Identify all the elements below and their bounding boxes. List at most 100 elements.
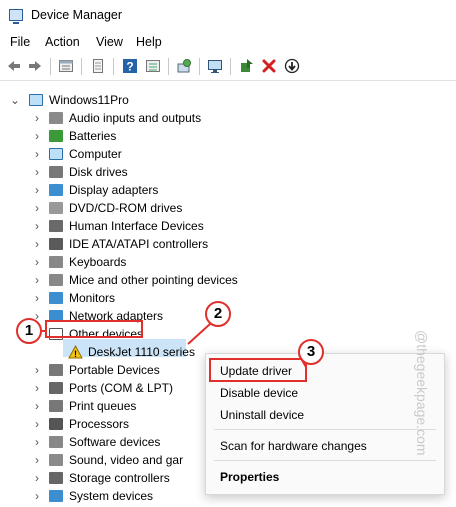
disk-icon	[49, 166, 63, 178]
menu-separator	[214, 429, 436, 430]
tree-item-hid[interactable]: › Human Interface Devices	[0, 217, 260, 235]
tree-item-label: Batteries	[69, 129, 117, 143]
toolbar-separator	[50, 58, 51, 75]
tree-item-print-queues[interactable]: › Print queues	[0, 397, 200, 415]
step-badge-1: 1	[16, 318, 42, 344]
chevron-down-icon[interactable]: ⌄	[10, 91, 20, 109]
tree-item-system[interactable]: › System devices	[0, 487, 200, 505]
tree-item-label: Processors	[69, 417, 130, 431]
tree-item-deskjet[interactable]: ! DeskJet 1110 series	[0, 343, 200, 361]
chevron-right-icon[interactable]: ›	[32, 145, 42, 163]
tree-item-label: Storage controllers	[69, 471, 170, 485]
properties-menu-item[interactable]: Properties	[220, 470, 279, 484]
chevron-right-icon[interactable]: ›	[32, 217, 42, 235]
monitor-icon[interactable]	[207, 58, 223, 74]
computer-icon	[49, 148, 63, 160]
chevron-right-icon[interactable]: ›	[32, 397, 42, 415]
tree-item-label: Disk drives	[69, 165, 128, 179]
menu-action[interactable]: Action	[45, 35, 80, 49]
chevron-right-icon[interactable]: ›	[32, 415, 42, 433]
tree-item-label: Audio inputs and outputs	[69, 111, 202, 125]
chevron-right-icon[interactable]: ›	[32, 361, 42, 379]
update-driver-icon[interactable]	[239, 58, 255, 74]
tree-item-dvd[interactable]: › DVD/CD-ROM drives	[0, 199, 260, 217]
menu-bar: File Action View Help	[0, 32, 456, 52]
tree-item-batteries[interactable]: › Batteries	[0, 127, 260, 145]
tree-item-storage[interactable]: › Storage controllers	[0, 469, 200, 487]
tree-item-label: Mice and other pointing devices	[69, 273, 238, 287]
menu-separator	[214, 460, 436, 461]
chevron-right-icon[interactable]: ›	[32, 289, 42, 307]
tree-item-keyboards[interactable]: › Keyboards	[0, 253, 260, 271]
chevron-right-icon[interactable]: ›	[32, 253, 42, 271]
tree-item-mice[interactable]: › Mice and other pointing devices	[0, 271, 260, 289]
chevron-right-icon[interactable]: ›	[32, 451, 42, 469]
menu-file[interactable]: File	[10, 35, 30, 49]
dvd-icon	[49, 202, 63, 214]
tree-item-software-devices[interactable]: › Software devices	[0, 433, 200, 451]
uninstall-device-menu-item[interactable]: Uninstall device	[220, 408, 304, 422]
tree-item-ide[interactable]: › IDE ATA/ATAPI controllers	[0, 235, 260, 253]
forward-arrow-icon[interactable]	[27, 58, 43, 74]
properties-icon[interactable]	[58, 58, 74, 74]
chevron-right-icon[interactable]: ›	[32, 487, 42, 505]
speaker-icon	[49, 112, 63, 124]
scan-hardware-menu-item[interactable]: Scan for hardware changes	[220, 439, 367, 453]
tree-item-label: Print queues	[69, 399, 137, 413]
chevron-right-icon[interactable]: ›	[32, 235, 42, 253]
tree-item-computer[interactable]: › Computer	[0, 145, 260, 163]
tree-item-label: Human Interface Devices	[69, 219, 204, 233]
toolbar-separator	[113, 58, 114, 75]
storage-icon	[49, 472, 63, 484]
chevron-right-icon[interactable]: ›	[32, 163, 42, 181]
step-badge-3: 3	[298, 339, 324, 365]
chevron-right-icon[interactable]: ›	[32, 469, 42, 487]
chevron-right-icon[interactable]: ›	[32, 199, 42, 217]
ide-icon	[49, 238, 63, 250]
tree-item-sound[interactable]: › Sound, video and gar	[0, 451, 200, 469]
port-icon	[49, 382, 63, 394]
help-icon[interactable]: ?	[122, 58, 138, 74]
chevron-right-icon[interactable]: ›	[32, 181, 42, 199]
tree-item-label: Monitors	[69, 291, 116, 305]
scan-icon[interactable]	[176, 58, 192, 74]
menu-view[interactable]: View	[96, 35, 123, 49]
printer-icon	[49, 400, 63, 412]
chevron-right-icon[interactable]: ›	[32, 127, 42, 145]
toolbar-separator	[168, 58, 169, 75]
tree-item-label: Display adapters	[69, 183, 159, 197]
menu-help[interactable]: Help	[136, 35, 162, 49]
svg-text:!: !	[74, 349, 77, 359]
svg-text:?: ?	[126, 60, 133, 74]
other-devices-highlight	[45, 320, 143, 338]
toolbar-separator	[230, 58, 231, 75]
disable-icon[interactable]	[284, 58, 300, 74]
tree-item-ports[interactable]: › Ports (COM & LPT)	[0, 379, 200, 397]
computer-icon	[29, 94, 43, 106]
tree-root[interactable]: ⌄ Windows11Pro	[0, 91, 200, 109]
monitor-icon	[49, 292, 63, 304]
tree-item-label: Computer	[69, 147, 122, 161]
chevron-right-icon[interactable]: ›	[32, 271, 42, 289]
display-icon	[49, 184, 63, 196]
uninstall-x-icon[interactable]	[261, 58, 277, 74]
portable-icon	[49, 364, 63, 376]
list-icon[interactable]	[145, 58, 161, 74]
tree-item-label: Portable Devices	[69, 363, 160, 377]
tree-root-label: Windows11Pro	[49, 93, 129, 107]
tree-item-audio[interactable]: › Audio inputs and outputs	[0, 109, 260, 127]
tree-item-label: DeskJet 1110 series	[88, 345, 195, 359]
chevron-right-icon[interactable]: ›	[32, 379, 42, 397]
tree-item-processors[interactable]: › Processors	[0, 415, 200, 433]
disable-device-menu-item[interactable]: Disable device	[220, 386, 298, 400]
back-arrow-icon[interactable]	[6, 58, 22, 74]
document-icon[interactable]	[90, 58, 106, 74]
hid-icon	[49, 220, 63, 232]
sound-icon	[49, 454, 63, 466]
chevron-right-icon[interactable]: ›	[32, 109, 42, 127]
chevron-right-icon[interactable]: ›	[32, 433, 42, 451]
tree-item-portable[interactable]: › Portable Devices	[0, 361, 200, 379]
tree-item-display-adapters[interactable]: › Display adapters	[0, 181, 260, 199]
tree-item-label: DVD/CD-ROM drives	[69, 201, 183, 215]
tree-item-disk-drives[interactable]: › Disk drives	[0, 163, 260, 181]
